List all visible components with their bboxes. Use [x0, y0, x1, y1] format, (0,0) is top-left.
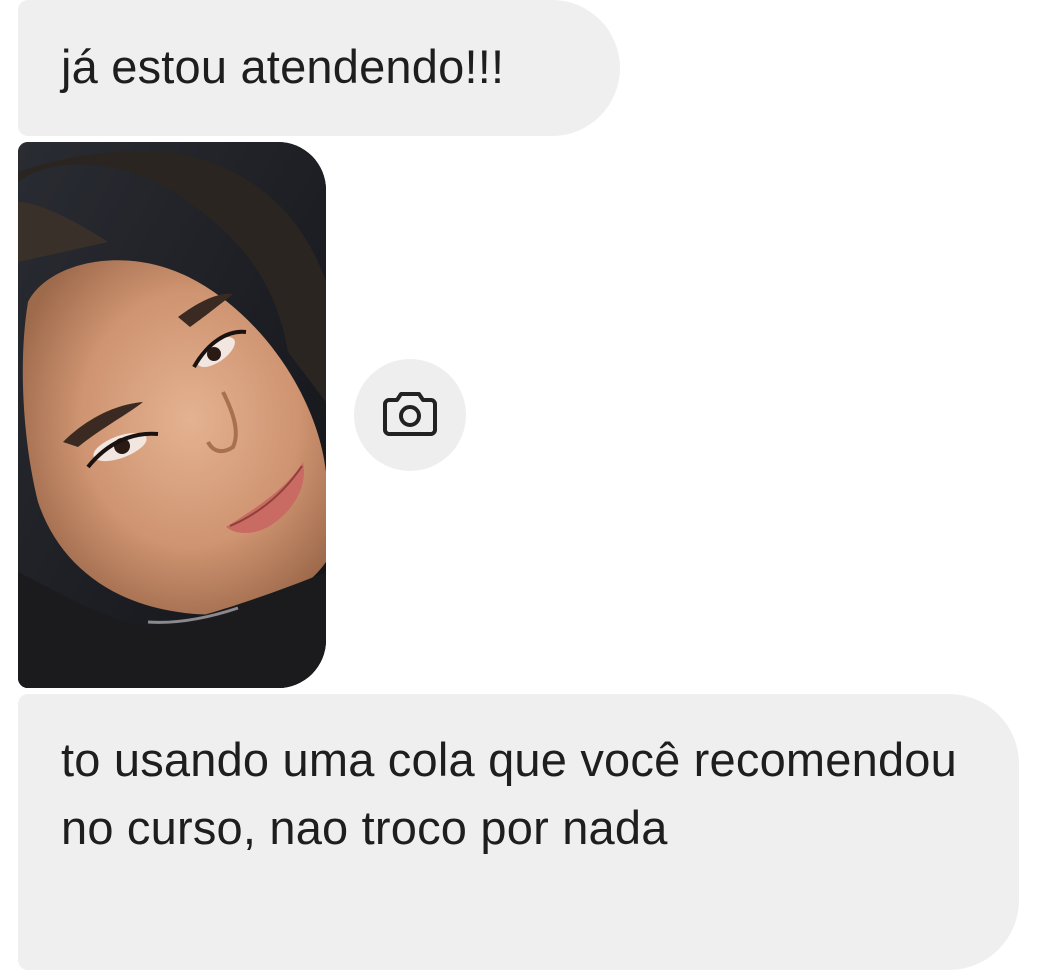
- message-text: já estou atendendo!!!: [61, 40, 505, 93]
- selfie-photo: [18, 142, 326, 688]
- message-bubble[interactable]: já estou atendendo!!!: [18, 0, 620, 136]
- photo-message[interactable]: [18, 142, 326, 688]
- camera-button[interactable]: [354, 359, 466, 471]
- message-text: to usando uma cola que você recomendou n…: [61, 733, 957, 854]
- camera-icon: [383, 390, 437, 441]
- message-bubble[interactable]: to usando uma cola que você recomendou n…: [18, 694, 1019, 970]
